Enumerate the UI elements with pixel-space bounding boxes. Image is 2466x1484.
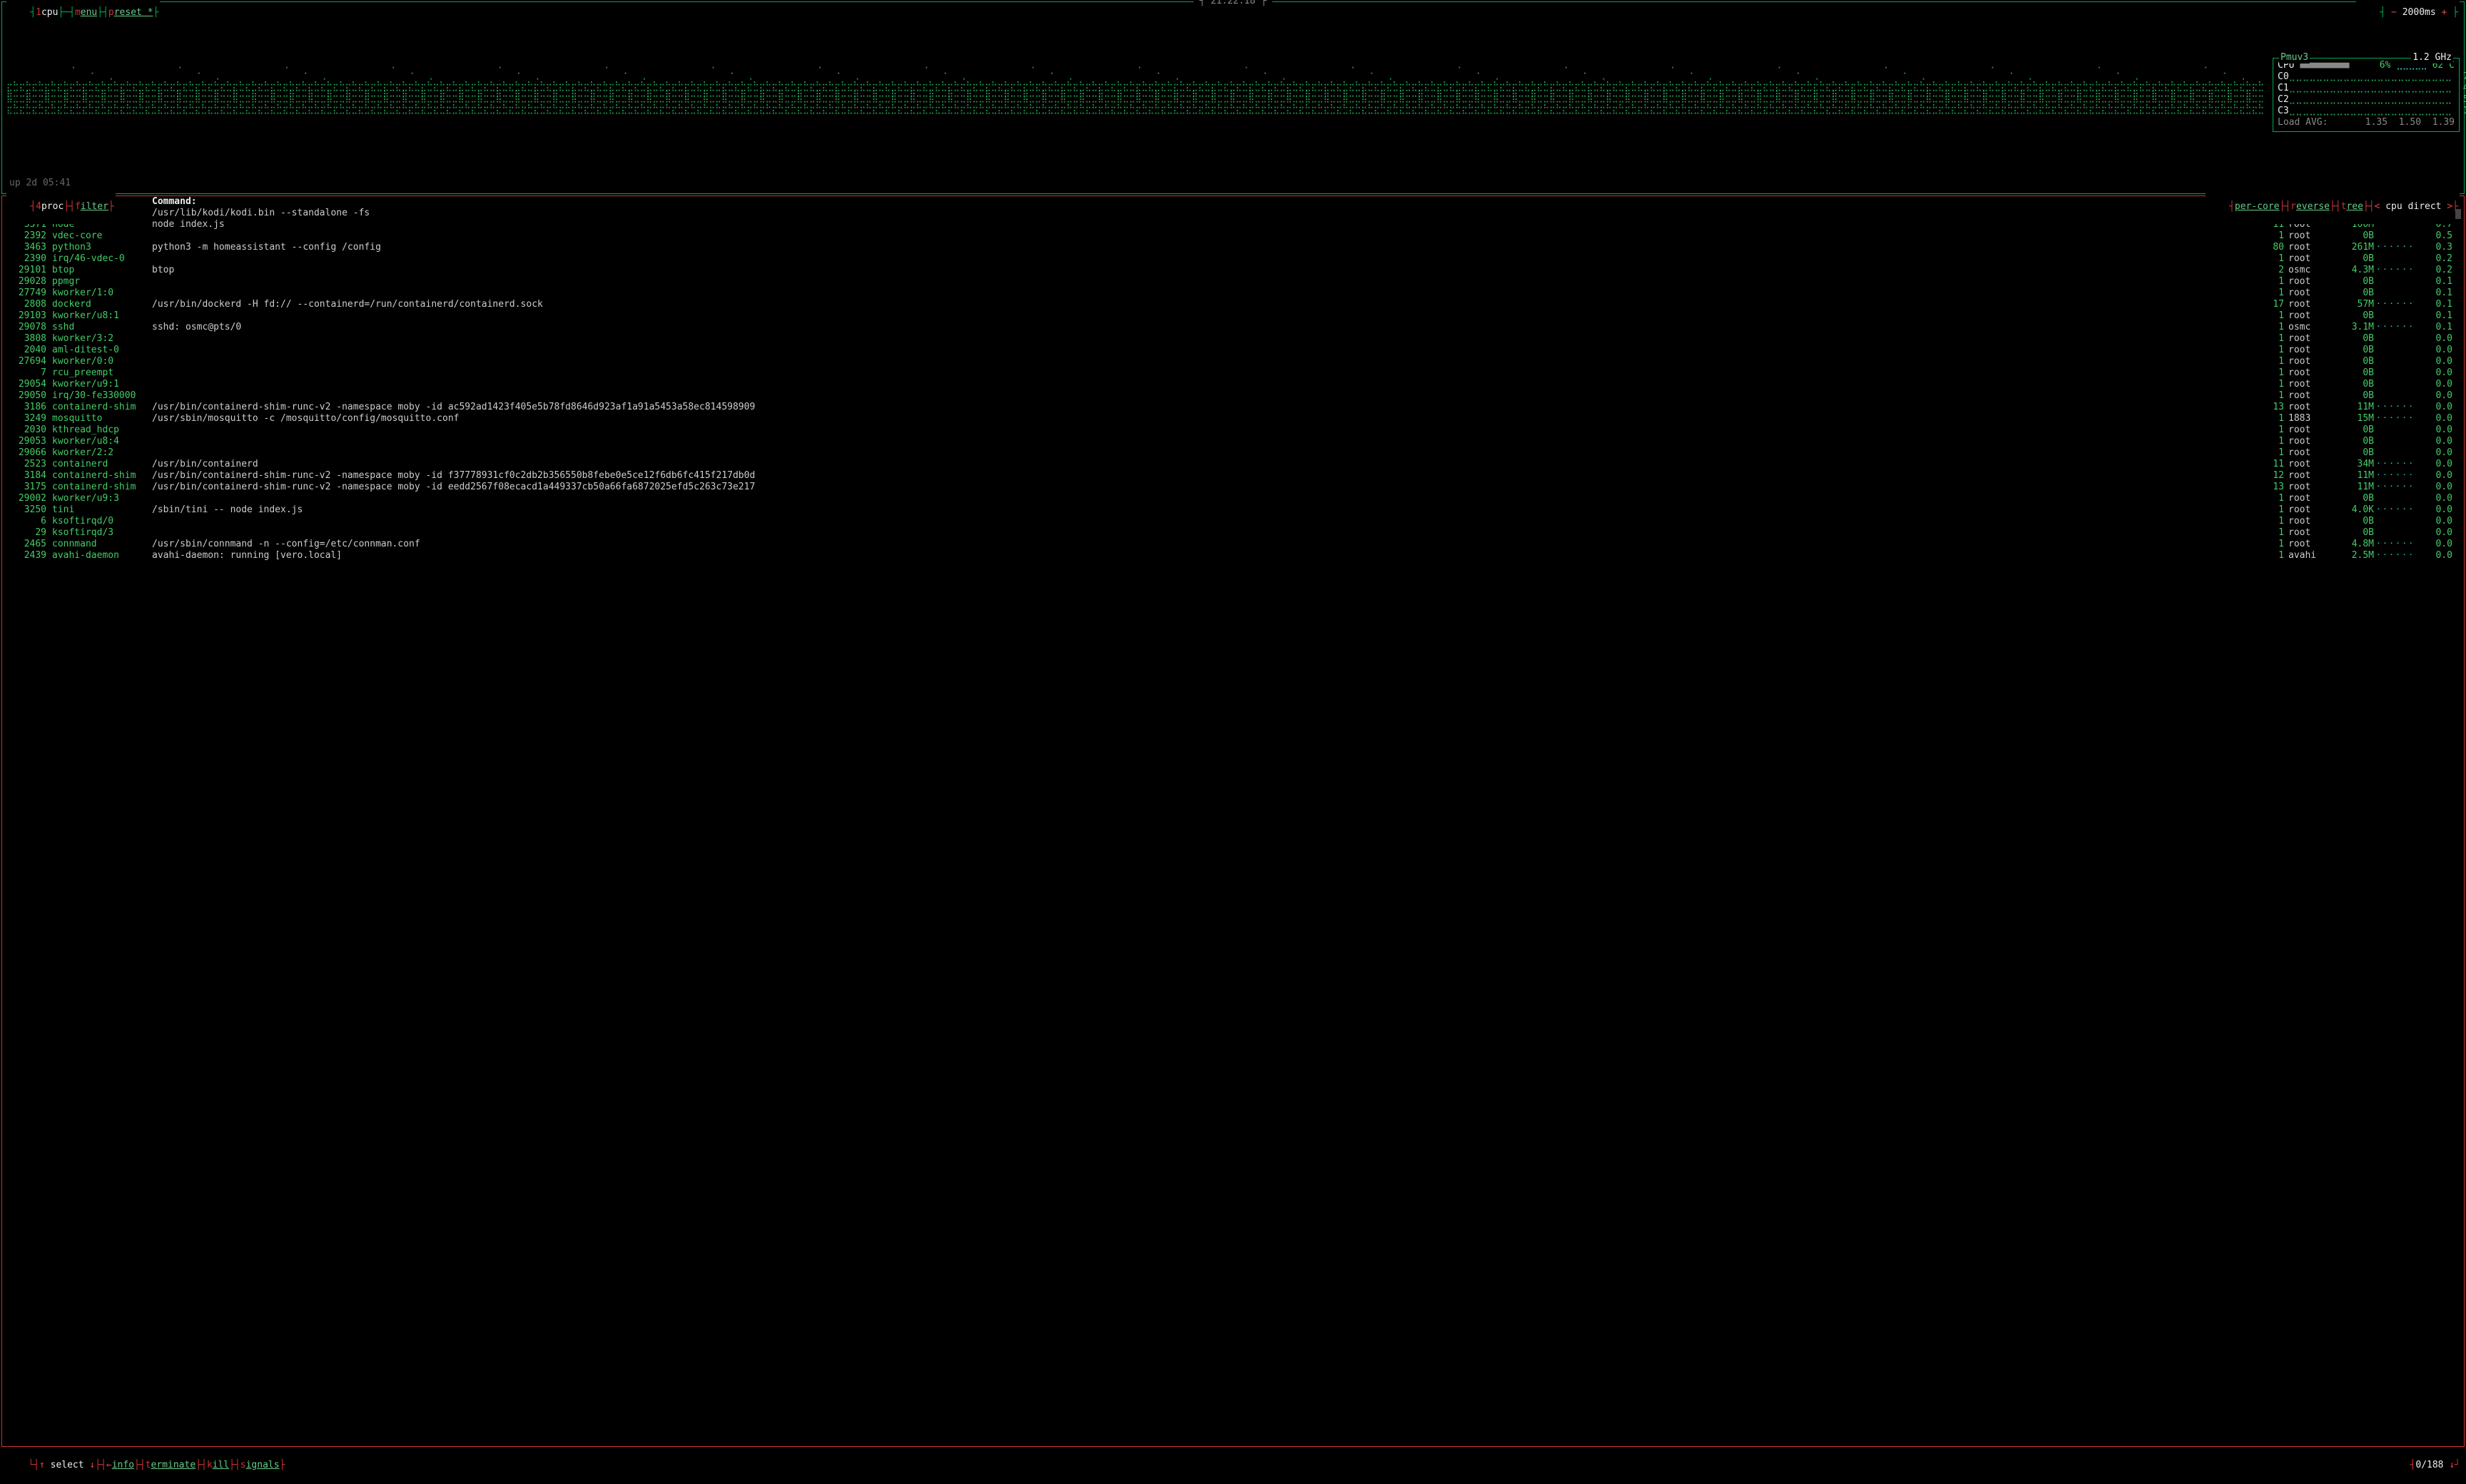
core-row: C0⣀⣀⣀⣀⣀⣀⣀⣀⣀⣀⣀⣀⣀⣀⣀⣀⣀⣀⣀⣀⣀⣀⣀⣀ 7% [2278, 71, 2455, 83]
table-row[interactable]: 2040aml-ditest-01root0B⠀⠀⠀⠀⠀⠀0.0 [2, 345, 2464, 356]
tree-toggle[interactable]: ree [2346, 201, 2363, 212]
proc-panel: ┤4proc├┤filter├ ┤per-core├┤reverse├┤tree… [1, 195, 2465, 1447]
table-row[interactable]: 3463python3python3 -m homeassistant --co… [2, 242, 2464, 253]
cpu-name: Pmuv3 [2279, 52, 2310, 63]
table-row[interactable]: 2465connmand/usr/sbin/connmand -n --conf… [2, 539, 2464, 550]
sort-left-button[interactable]: < [2375, 201, 2386, 212]
proc-panel-title: ┤4proc├┤filter├ [6, 190, 116, 224]
table-row[interactable]: 7rcu_preempt1root0B⠀⠀⠀⠀⠀⠀0.0 [2, 367, 2464, 379]
table-row[interactable]: 2439avahi-daemonavahi-daemon: running [v… [2, 550, 2464, 561]
load-5: 1.50 [2399, 117, 2421, 128]
table-row[interactable]: 3249mosquitto/usr/sbin/mosquitto -c /mos… [2, 413, 2464, 425]
table-row[interactable]: 2030kthread_hdcp1root0B⠀⠀⠀⠀⠀⠀0.0 [2, 425, 2464, 436]
hotkey-4[interactable]: 4 [36, 201, 41, 212]
sort-right-button[interactable]: > [2442, 201, 2453, 212]
table-row[interactable]: 29066kworker/2:21root0B⠀⠀⠀⠀⠀⠀0.0 [2, 447, 2464, 459]
hotkey-f[interactable]: f [75, 201, 81, 212]
core-row: C3⣀⣀⣀⣀⣀⣀⣀⣀⣀⣀⣀⣀⣀⣀⣀⣀⣀⣀⣀⣀⣀⣀⣀⣀ 10% [2278, 106, 2455, 117]
cpu-graph: ⠀⠀⠀⠀⠀⠀⠀⠀⠀⠀⠀⠀⠀⠀⠀⠀⠀⠀⠀⠀⠀⠀⠀⠀⠀⠀⠀⠀⠀⠀⠀⠀⠀⠀⠀⠀⠀⠀⠀⠀… [6, 9, 2264, 172]
load-1: 1.35 [2365, 117, 2388, 128]
table-row[interactable]: 3250tini/sbin/tini -- node index.js1root… [2, 504, 2464, 516]
table-row[interactable]: 29054kworker/u9:11root0B⠀⠀⠀⠀⠀⠀0.0 [2, 379, 2464, 390]
proc-table-header: Pid: Program: Command: Threads: User: Me… [2, 196, 2464, 208]
table-row[interactable]: 2922kodi.bin/usr/lib/kodi/kodi.bin --sta… [2, 208, 2464, 219]
table-row[interactable]: 29ksoftirqd/31root0B⠀⠀⠀⠀⠀⠀0.0 [2, 527, 2464, 539]
cpu-stats-box: Pmuv3 1.2 GHz CPU ■■■■■■■■■■ 6% ⣀⣀⣀⣀⣀ 62… [2273, 58, 2460, 132]
table-row[interactable]: 29078sshdsshd: osmc@pts/01osmc3.1M⠂⠂⠂⠂⠂⠂… [2, 322, 2464, 333]
scrollbar-thumb[interactable] [2455, 209, 2461, 219]
load-avg-label: Load AVG: [2278, 117, 2328, 128]
table-row[interactable]: 6ksoftirqd/01root0B⠀⠀⠀⠀⠀⠀0.0 [2, 516, 2464, 527]
cpu-freq: 1.2 GHz [2411, 52, 2453, 63]
table-row[interactable]: 29002kworker/u9:31root0B⠀⠀⠀⠀⠀⠀0.0 [2, 493, 2464, 504]
table-row[interactable]: 29103kworker/u8:11root0B⠀⠀⠀⠀⠀⠀0.1 [2, 310, 2464, 322]
proc-panel-options: ┤per-core├┤reverse├┤tree├┤< cpu direct >… [2206, 190, 2460, 224]
table-row[interactable]: 3186containerd-shim/usr/bin/containerd-s… [2, 402, 2464, 413]
sort-mode[interactable]: cpu direct [2385, 201, 2441, 212]
filter-button[interactable]: ilter [81, 201, 108, 212]
table-row[interactable]: 27694kworker/0:01root0B⠀⠀⠀⠀⠀⠀0.0 [2, 356, 2464, 367]
table-row[interactable]: 3184containerd-shim/usr/bin/containerd-s… [2, 470, 2464, 482]
table-row[interactable]: 3175containerd-shim/usr/bin/containerd-s… [2, 482, 2464, 493]
table-row[interactable]: 29050irq/30-fe3300001root0B⠀⠀⠀⠀⠀⠀0.0 [2, 390, 2464, 402]
table-row[interactable]: 29053kworker/u8:41root0B⠀⠀⠀⠀⠀⠀0.0 [2, 436, 2464, 447]
cpu-panel: ┤1cpu├─┤menu├┤preset *├ ┤ 21:22:18 ├ ┤ −… [1, 1, 2465, 194]
per-core-toggle[interactable]: per-core [2235, 201, 2280, 212]
load-15: 1.39 [2432, 117, 2455, 128]
table-row[interactable]: 2808dockerd/usr/bin/dockerd -H fd:// --c… [2, 299, 2464, 310]
footer-bar: └┤↑ select ↓├┤←info├┤terminate├┤kill├┤si… [1, 1448, 2465, 1483]
table-row[interactable]: 2523containerd/usr/bin/containerd11root3… [2, 459, 2464, 470]
table-row[interactable]: 29101btopbtop2osmc4.3M⠂⠂⠂⠂⠂⠂0.2 [2, 265, 2464, 276]
uptime-label: up 2d 05:41 [9, 178, 71, 189]
table-row[interactable]: 2392vdec-core1root0B⠀⠀⠀⠀⠀⠀0.5 [2, 230, 2464, 242]
table-row[interactable]: 29028ppmgr1root0B⠀⠀⠀⠀⠀⠀0.1 [2, 276, 2464, 288]
core-row: C2⣀⣀⣀⣀⣀⣀⣀⣀⣀⣀⣀⣀⣀⣀⣀⣀⣀⣀⣀⣀⣀⣀⣀⣀ 5% [2278, 94, 2455, 106]
table-row[interactable]: 27749kworker/1:01root0B⠀⠀⠀⠀⠀⠀0.1 [2, 288, 2464, 299]
core-row: C1⣀⣀⣀⣀⣀⣀⣀⣀⣀⣀⣀⣀⣀⣀⣀⣀⣀⣀⣀⣀⣀⣀⣀⣀ 4% [2278, 83, 2455, 94]
cpu-total-pct: 6% [2380, 60, 2391, 71]
table-row[interactable]: 2390irq/46-vdec-01root0B⠀⠀⠀⠀⠀⠀0.2 [2, 253, 2464, 265]
table-row[interactable]: 3808kworker/3:21root0B⠀⠀⠀⠀⠀⠀0.0 [2, 333, 2464, 345]
proc-table-body: 2922kodi.bin/usr/lib/kodi/kodi.bin --sta… [2, 208, 2464, 561]
reverse-toggle[interactable]: everse [2296, 201, 2330, 212]
table-row[interactable]: 3371nodenode index.js11root100M⠂⠂⠂⠂⠂⠂0.7 [2, 219, 2464, 230]
col-command-header[interactable]: Command: [152, 196, 2231, 208]
